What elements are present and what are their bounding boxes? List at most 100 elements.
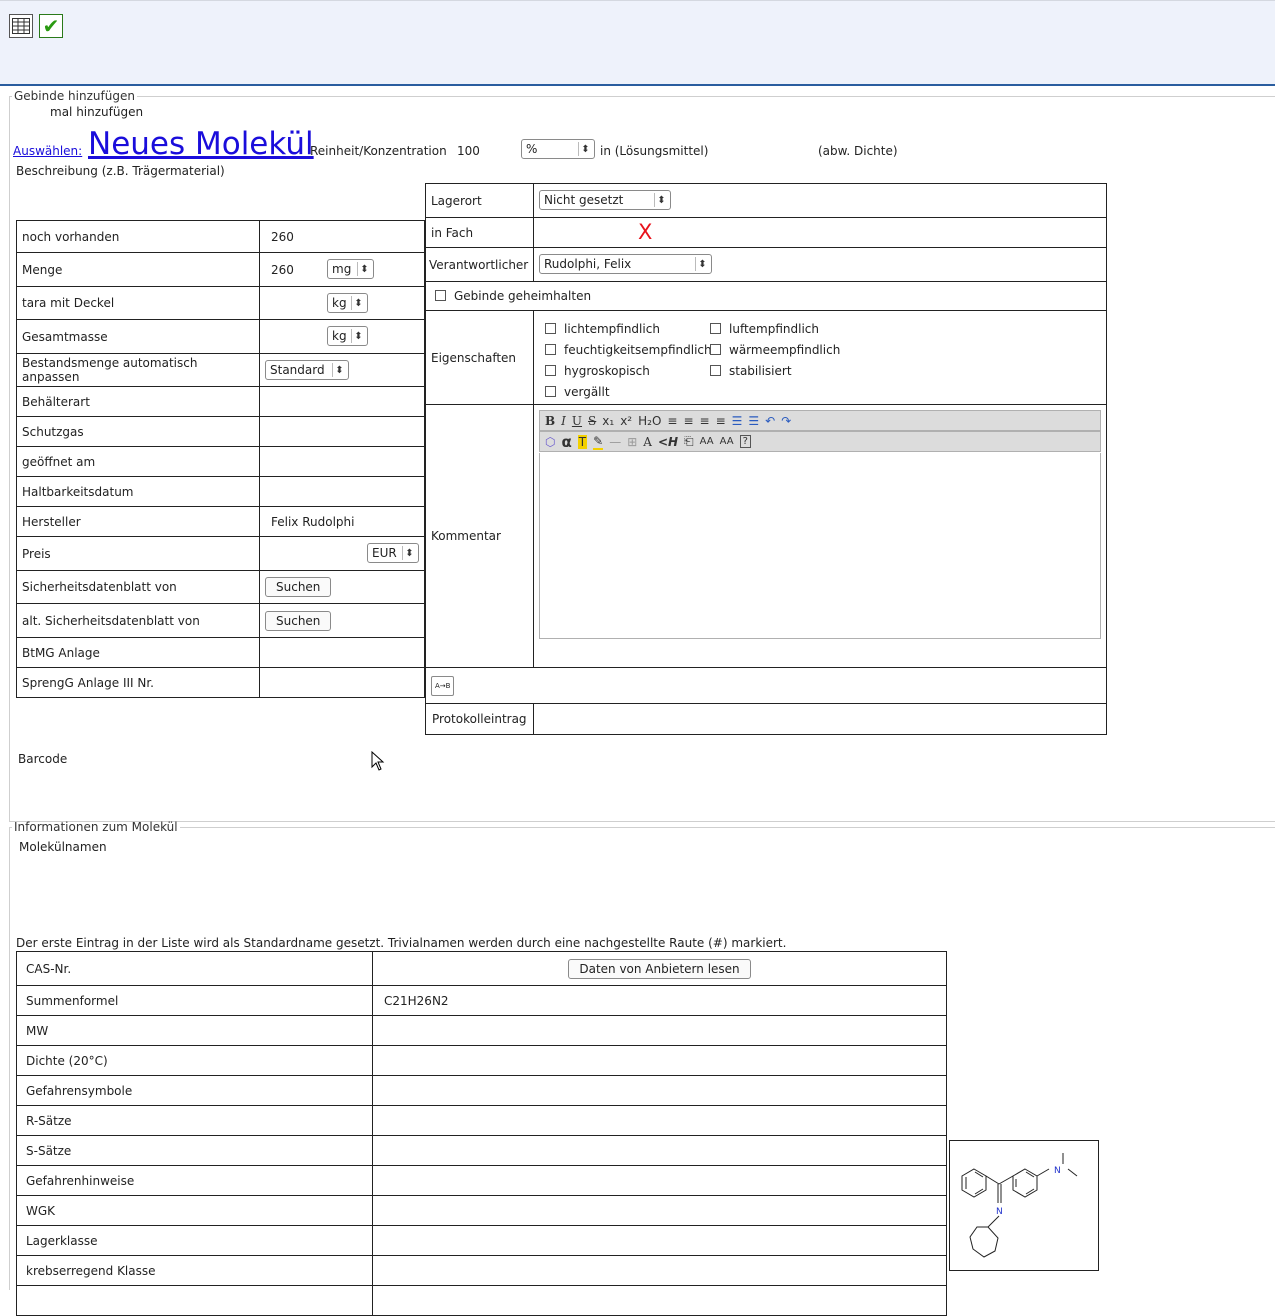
kommentar-cell: B I U S x₁ x² H₂O ≡ ≡ ≡ ≡ ☰ ☰ ↶ ↷ ⬡ α T … <box>533 404 1107 668</box>
redo-icon[interactable]: ↷ <box>781 414 791 428</box>
gesamtmasse-cell[interactable]: kg ⬍ <box>259 319 425 354</box>
align-justify-icon[interactable]: ≡ <box>716 414 726 428</box>
preis-currency-select[interactable]: EUR ⬍ <box>367 543 419 563</box>
reinheit-unit-value: % <box>526 142 538 156</box>
schutzgas-value[interactable] <box>259 416 425 447</box>
a-to-b-button[interactable]: A→B <box>431 675 455 696</box>
checkbox[interactable] <box>545 365 556 376</box>
menge-value[interactable]: 260 <box>271 263 294 277</box>
prop-waermeempfindlich[interactable]: wärmeempfindlich <box>710 343 840 357</box>
table-row: Haltbarkeitsdatum <box>16 476 425 507</box>
italic-button[interactable]: I <box>561 414 566 428</box>
geheim-checkbox[interactable] <box>435 290 446 301</box>
lowercase-icon[interactable]: AA <box>720 436 734 447</box>
behaelterart-value[interactable] <box>259 386 425 417</box>
save-check-button[interactable]: ✔ <box>39 14 63 38</box>
horizontal-rule-icon[interactable]: — <box>609 435 621 449</box>
undo-icon[interactable]: ↶ <box>765 414 775 428</box>
hersteller-value[interactable]: Felix Rudolphi <box>259 506 425 537</box>
molecule-title-link[interactable]: Neues Molekül <box>88 129 314 160</box>
lagerort-cell: Nicht gesetzt ⬍ <box>533 183 1107 218</box>
noch-vorhanden-value[interactable]: 260 <box>259 220 425 253</box>
gefahrensymbole-value[interactable] <box>372 1075 947 1106</box>
chevron-updown-icon: ⬍ <box>695 257 709 271</box>
prop-hygroskopisch[interactable]: hygroskopisch <box>545 364 650 378</box>
preis-label: Preis <box>16 536 260 571</box>
tara-unit-select[interactable]: kg ⬍ <box>327 293 368 313</box>
alpha-icon[interactable]: α <box>561 433 571 451</box>
read-supplier-data-button[interactable]: Daten von Anbietern lesen <box>568 958 751 979</box>
prop-lichtempfindlich[interactable]: lichtempfindlich <box>545 322 660 336</box>
table-icon[interactable]: ⊞ <box>627 435 637 449</box>
verantwortlicher-select[interactable]: Rudolphi, Felix ⬍ <box>539 254 712 274</box>
bestand-select[interactable]: Standard ⬍ <box>265 360 349 380</box>
spreng-value[interactable] <box>259 667 425 698</box>
summenformel-value[interactable]: C21H26N2 <box>372 985 947 1016</box>
html-icon[interactable]: <H <box>658 435 678 449</box>
chevron-updown-icon: ⬍ <box>351 296 365 310</box>
superscript-button[interactable]: x² <box>620 414 632 428</box>
checkbox[interactable] <box>545 323 556 334</box>
align-center-icon[interactable]: ≡ <box>683 414 693 428</box>
preis-cell[interactable]: EUR ⬍ <box>259 536 425 571</box>
underline-button[interactable]: U <box>572 414 582 428</box>
lagerklasse-value[interactable] <box>372 1225 947 1256</box>
close-x-icon[interactable]: X <box>638 220 652 244</box>
prop-stabilisiert[interactable]: stabilisiert <box>710 364 792 378</box>
checkbox[interactable] <box>545 386 556 397</box>
font-size-icon[interactable]: A <box>643 435 652 449</box>
reinheit-value[interactable]: 100 <box>457 144 480 158</box>
krebs-value[interactable] <box>372 1255 947 1286</box>
uppercase-icon[interactable]: AA <box>700 436 714 447</box>
highlight-icon[interactable]: ✎ <box>593 434 604 450</box>
sdb-search-button[interactable]: Suchen <box>265 577 332 597</box>
checkbox[interactable] <box>710 365 721 376</box>
geoeffnet-value[interactable] <box>259 446 425 477</box>
checkbox[interactable] <box>710 344 721 355</box>
bullet-list-icon[interactable]: ☰ <box>732 414 743 428</box>
dichte-value[interactable] <box>372 1045 947 1076</box>
molecule-info-table: CAS-Nr. Daten von Anbietern lesen Summen… <box>16 951 947 1316</box>
wgk-value[interactable] <box>372 1195 947 1226</box>
prop-luftempfindlich[interactable]: luftempfindlich <box>710 322 819 336</box>
prop-label: feuchtigkeitsempfindlich <box>564 343 712 357</box>
text-color-icon[interactable]: T <box>577 434 588 449</box>
menge-unit-select[interactable]: mg ⬍ <box>327 259 374 279</box>
help-icon[interactable]: ? <box>739 435 751 448</box>
alt-sdb-search-button[interactable]: Suchen <box>265 610 332 631</box>
numbered-list-icon[interactable]: ☰ <box>748 414 759 428</box>
btmg-value[interactable] <box>259 637 425 668</box>
s-saetze-value[interactable] <box>372 1135 947 1166</box>
mal-hinzufuegen-label: mal hinzufügen <box>50 105 144 119</box>
table-row: Lagerklasse <box>16 1225 947 1256</box>
molecule-icon[interactable]: ⬡ <box>545 435 555 449</box>
prop-feuchtigkeitsempfindlich[interactable]: feuchtigkeitsempfindlich <box>545 343 712 357</box>
gefahrenhinweise-value[interactable] <box>372 1165 947 1196</box>
table-row <box>16 1285 947 1316</box>
subscript-button[interactable]: x₁ <box>602 414 614 428</box>
reinheit-unit-select[interactable]: % ⬍ <box>521 139 595 159</box>
comment-editor-area[interactable] <box>539 453 1101 639</box>
chemformula-button[interactable]: H₂O <box>638 414 661 428</box>
bold-button[interactable]: B <box>545 414 555 428</box>
molecule-structure-image[interactable]: N N <box>949 1140 1099 1271</box>
table-grid-button[interactable] <box>9 14 33 38</box>
strikethrough-button[interactable]: S <box>588 414 596 428</box>
haltbarkeit-value[interactable] <box>259 476 425 507</box>
r-saetze-value[interactable] <box>372 1105 947 1136</box>
mw-value[interactable] <box>372 1015 947 1046</box>
align-left-icon[interactable]: ≡ <box>667 414 677 428</box>
auswaehlen-link[interactable]: Auswählen: <box>13 144 82 158</box>
protokoll-value[interactable] <box>533 703 1107 735</box>
table-row: krebserregend Klasse <box>16 1255 947 1286</box>
align-right-icon[interactable]: ≡ <box>700 414 710 428</box>
checkbox[interactable] <box>710 323 721 334</box>
checkbox[interactable] <box>545 344 556 355</box>
paste-icon[interactable]: ⎗ <box>684 434 694 449</box>
table-row: Kommentar B I U S x₁ x² H₂O ≡ ≡ ≡ ≡ ☰ ☰ … <box>425 404 1107 668</box>
gesamtmasse-unit-select[interactable]: kg ⬍ <box>327 326 368 346</box>
tara-cell[interactable]: kg ⬍ <box>259 286 425 320</box>
reinheit-label: Reinheit/Konzentration <box>310 144 447 158</box>
prop-vergaellt[interactable]: vergällt <box>545 385 610 399</box>
lagerort-select[interactable]: Nicht gesetzt ⬍ <box>539 190 671 210</box>
